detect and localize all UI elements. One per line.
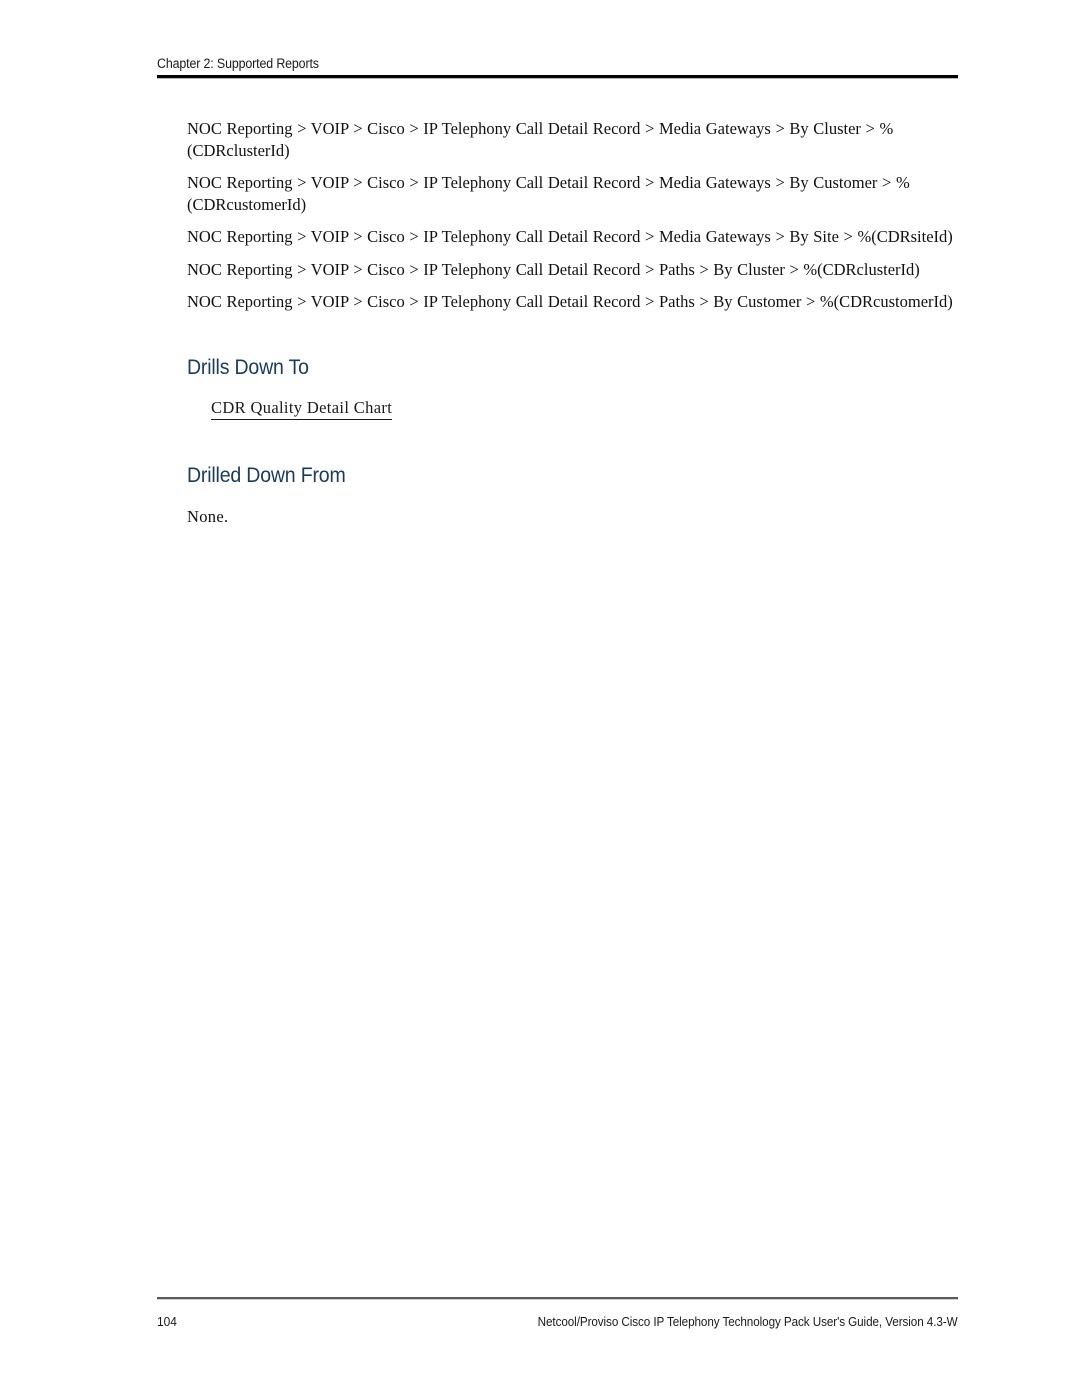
header-divider-rule bbox=[157, 75, 958, 79]
report-path-item: NOC Reporting > VOIP > Cisco > IP Teleph… bbox=[187, 259, 920, 279]
page-content: NOC Reporting > VOIP > Cisco > IP Teleph… bbox=[187, 118, 958, 527]
drills-down-to-link-wrapper: CDR Quality Detail Chart bbox=[187, 397, 958, 420]
chapter-label: Chapter 2: Supported Reports bbox=[157, 56, 319, 71]
page-header: Chapter 2: Supported Reports bbox=[157, 56, 958, 79]
page-number: 104 bbox=[157, 1314, 177, 1329]
drilled-down-from-body: None. bbox=[187, 506, 229, 526]
footer-row: 104 Netcool/Proviso Cisco IP Telephony T… bbox=[157, 1314, 958, 1329]
guide-title: Netcool/Proviso Cisco IP Telephony Techn… bbox=[538, 1314, 958, 1329]
report-path-item: NOC Reporting > VOIP > Cisco > IP Teleph… bbox=[187, 173, 910, 214]
report-path-item: NOC Reporting > VOIP > Cisco > IP Teleph… bbox=[187, 119, 894, 160]
report-path-item: NOC Reporting > VOIP > Cisco > IP Teleph… bbox=[187, 227, 953, 246]
document-page: Chapter 2: Supported Reports NOC Reporti… bbox=[0, 0, 1080, 1397]
cdr-quality-detail-chart-link[interactable]: CDR Quality Detail Chart bbox=[211, 397, 393, 420]
drills-down-to-section: Drills Down To CDR Quality Detail Chart bbox=[187, 356, 958, 420]
footer-divider-rule bbox=[157, 1297, 958, 1300]
page-footer: 104 Netcool/Proviso Cisco IP Telephony T… bbox=[157, 1297, 958, 1329]
drills-down-to-heading: Drills Down To bbox=[187, 355, 309, 379]
drilled-down-from-heading: Drilled Down From bbox=[187, 463, 346, 487]
drilled-down-from-section: Drilled Down From None. bbox=[187, 464, 958, 527]
report-path-item: NOC Reporting > VOIP > Cisco > IP Teleph… bbox=[187, 292, 953, 311]
report-path-list: NOC Reporting > VOIP > Cisco > IP Teleph… bbox=[187, 118, 958, 313]
